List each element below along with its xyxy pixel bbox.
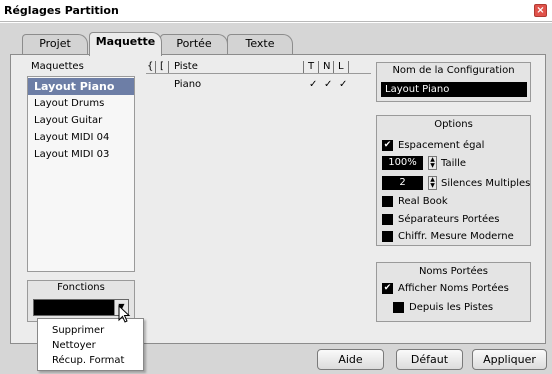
table-cell-t-check[interactable]: ✓ [309,79,317,90]
functions-menu: Supprimer Nettoyer Récup. Format [37,318,144,371]
track-table [144,59,374,272]
separateurs-portees-label: Séparateurs Portées [398,214,500,225]
defaut-button[interactable]: Défaut [396,349,463,370]
table-cell-n-check[interactable]: ✓ [324,79,332,90]
tab-projet[interactable]: Projet [22,34,88,54]
real-book-label: Real Book [398,196,448,207]
spin-down-icon[interactable]: ▼ [429,163,436,169]
column-divider [318,61,319,73]
taille-label: Taille [441,158,467,169]
chiffr-mesure-moderne-checkbox[interactable] [382,231,393,242]
column-header-bracket: [ [160,61,164,72]
layouts-list[interactable]: Layout Piano Layout Drums Layout Guitar … [27,76,135,272]
column-divider [303,61,304,73]
tab-texte[interactable]: Texte [227,34,293,54]
layouts-header: Maquettes [31,61,84,72]
chiffr-mesure-moderne-label: Chiffr. Mesure Moderne [398,231,514,242]
separateurs-portees-checkbox[interactable] [382,214,393,225]
tab-portee[interactable]: Portée [160,34,228,54]
column-divider [155,61,156,73]
real-book-checkbox[interactable] [382,196,393,207]
afficher-noms-portees-label: Afficher Noms Portées [398,283,509,294]
column-divider [333,61,334,73]
list-item-layout-drums[interactable]: Layout Drums [28,95,134,112]
appliquer-button[interactable]: Appliquer [472,349,547,370]
column-divider [348,61,349,73]
list-item-layout-piano[interactable]: Layout Piano [28,78,134,95]
column-header-brace: { [147,61,154,72]
aide-button[interactable]: Aide [317,349,384,370]
espacement-egal-label: Espacement égal [398,140,485,151]
functions-label: Fonctions [57,282,105,293]
menu-item-supprimer[interactable]: Supprimer [52,325,104,336]
table-cell-l-check[interactable]: ✓ [339,79,347,90]
table-cell-track[interactable]: Piano [174,79,201,90]
espacement-egal-checkbox[interactable]: ✔ [382,140,393,151]
silences-multiples-input[interactable]: 2 [382,176,423,190]
window-title: Réglages Partition [4,4,119,17]
options-title: Options [434,119,473,130]
column-divider [168,61,169,73]
list-item-layout-guitar[interactable]: Layout Guitar [28,112,134,129]
close-icon[interactable]: × [534,4,547,17]
config-title: Nom de la Configuration [392,65,515,76]
noms-portees-title: Noms Portées [418,266,489,277]
column-header-t: T [308,61,315,72]
list-item-layout-midi-03[interactable]: Layout MIDI 03 [28,146,134,163]
column-header-n: N [323,61,331,72]
taille-input[interactable]: 100% [382,156,423,170]
afficher-noms-portees-checkbox[interactable]: ✔ [382,283,393,294]
silences-multiples-spinner[interactable]: ▲ ▼ [428,176,437,190]
spin-down-icon[interactable]: ▼ [429,183,436,189]
column-header-track: Piste [174,61,198,72]
depuis-les-pistes-checkbox[interactable] [393,302,404,313]
tab-maquette[interactable]: Maquette [89,32,162,56]
column-header-l: L [338,61,344,72]
taille-spinner[interactable]: ▲ ▼ [428,156,437,170]
silences-multiples-label: Silences Multiples [441,178,531,189]
menu-item-recup-format[interactable]: Récup. Format [52,355,124,366]
mouse-cursor-icon [118,305,131,323]
table-header-divider [146,73,371,74]
list-item-layout-midi-04[interactable]: Layout MIDI 04 [28,129,134,146]
menu-item-nettoyer[interactable]: Nettoyer [52,340,96,351]
config-name-field[interactable]: Layout Piano [381,82,527,97]
depuis-les-pistes-label: Depuis les Pistes [409,302,494,313]
